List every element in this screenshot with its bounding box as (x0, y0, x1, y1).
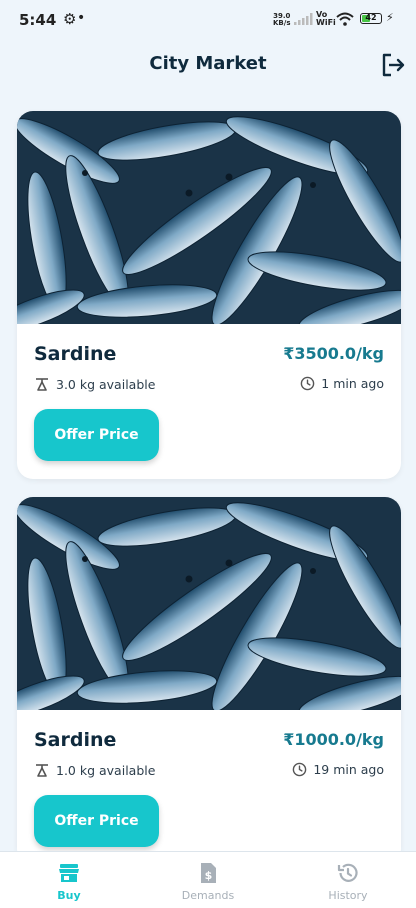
nav-label-history: History (328, 889, 368, 902)
listing-card[interactable]: Sardine ₹1000.0/kg 1.0 kg available 19 m… (17, 497, 401, 865)
listing-quantity-text: 1.0 kg available (56, 762, 156, 778)
wifi-icon (336, 12, 354, 26)
nav-label-demands: Demands (181, 889, 235, 902)
status-bar: 5:44 ⚙ • 39.0 KB/s Vo WiFi 42 ⚡ (0, 0, 416, 40)
clock-icon (293, 762, 307, 777)
history-icon (337, 863, 358, 882)
nav-item-buy[interactable]: Buy (9, 852, 129, 908)
settings-gear-icon: ⚙ (63, 10, 77, 28)
notification-dot: • (77, 10, 86, 26)
network-speed: 39.0 KB/s (273, 13, 290, 27)
bottom-navigation: Buy $ Demands History (0, 851, 416, 908)
offer-price-button[interactable]: Offer Price (34, 795, 159, 847)
network-speed-unit: KB/s (273, 19, 291, 27)
listing-time: 19 min ago (292, 762, 384, 777)
logout-icon[interactable] (380, 52, 406, 78)
fish-image (17, 497, 401, 710)
signal-icon (294, 13, 313, 25)
nav-item-demands[interactable]: $ Demands (148, 852, 268, 908)
listing-name: Sardine (34, 343, 117, 365)
page-title: City Market (149, 53, 267, 74)
status-time: 5:44 (19, 11, 57, 29)
clock-icon (300, 376, 315, 391)
listing-time: 1 min ago (300, 376, 384, 391)
wifi-label: WiFi (316, 18, 336, 27)
listing-name: Sardine (34, 729, 117, 751)
listing-time-text: 1 min ago (321, 376, 384, 391)
nav-item-history[interactable]: History (288, 852, 408, 908)
svg-text:$: $ (205, 869, 213, 882)
volte-indicator: Vo WiFi (316, 11, 336, 27)
listing-time-text: 19 min ago (313, 762, 384, 777)
charging-icon: ⚡ (386, 11, 394, 24)
battery-level: 42 (365, 13, 377, 22)
weight-scale-icon (36, 764, 48, 777)
listing-card[interactable]: Sardine ₹3500.0/kg 3.0 kg available 1 mi… (17, 111, 401, 479)
listing-quantity: 1.0 kg available (34, 762, 155, 778)
listing-price: ₹1000.0/kg (283, 730, 384, 749)
listing-price: ₹3500.0/kg (283, 344, 384, 363)
offer-price-button[interactable]: Offer Price (34, 409, 159, 461)
dollar-document-icon: $ (201, 863, 216, 883)
weight-scale-icon (36, 378, 48, 391)
store-icon (59, 864, 79, 882)
fish-image (17, 111, 401, 324)
listing-quantity: 3.0 kg available (34, 376, 155, 392)
listing-quantity-text: 3.0 kg available (56, 376, 156, 392)
battery-icon: 42 (360, 13, 382, 24)
nav-label-buy: Buy (57, 889, 81, 902)
